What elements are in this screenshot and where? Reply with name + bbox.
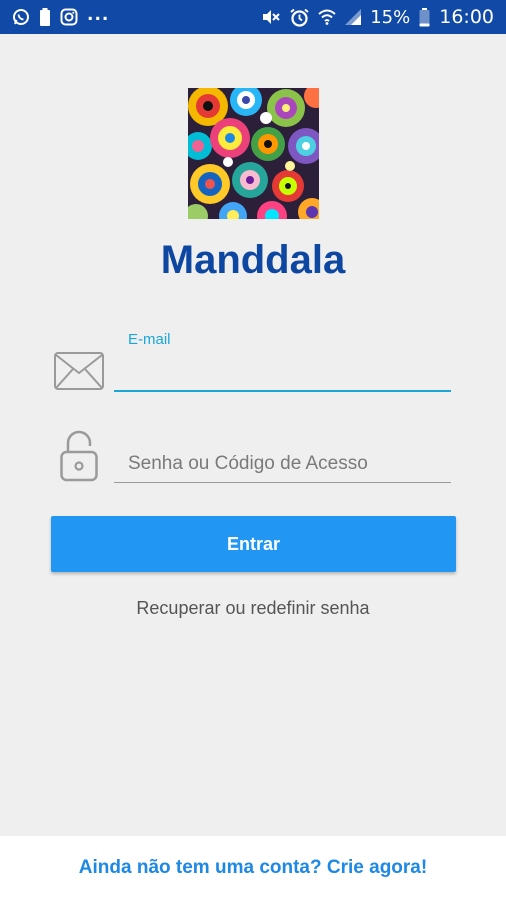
status-bar: ... 15% 16:00	[0, 0, 506, 34]
signal-icon	[345, 9, 362, 25]
status-bar-right: 15% 16:00	[261, 6, 494, 28]
signup-bar: Ainda não tem uma conta? Crie agora!	[0, 836, 506, 900]
instagram-icon	[60, 8, 78, 26]
password-field[interactable]	[114, 445, 451, 483]
mute-icon	[261, 8, 281, 26]
email-label: E-mail	[128, 331, 171, 348]
recover-password-link[interactable]: Recuperar ou redefinir senha	[0, 598, 506, 619]
login-button[interactable]: Entrar	[51, 516, 456, 572]
clock: 16:00	[439, 6, 494, 28]
battery-icon	[419, 7, 430, 27]
app-logo	[188, 88, 319, 219]
wifi-icon	[318, 9, 336, 25]
status-bar-left: ...	[12, 5, 110, 26]
signup-link[interactable]: Ainda não tem uma conta? Crie agora!	[79, 857, 427, 879]
whatsapp-icon	[12, 8, 30, 26]
email-field[interactable]	[114, 352, 451, 392]
status-overflow: ...	[87, 5, 110, 25]
lock-icon	[60, 430, 98, 487]
battery-percent: 15%	[370, 6, 411, 28]
email-icon	[54, 352, 104, 395]
battery-notification-icon	[39, 8, 51, 26]
app-title: Manddala	[160, 238, 346, 282]
alarm-icon	[290, 8, 309, 27]
